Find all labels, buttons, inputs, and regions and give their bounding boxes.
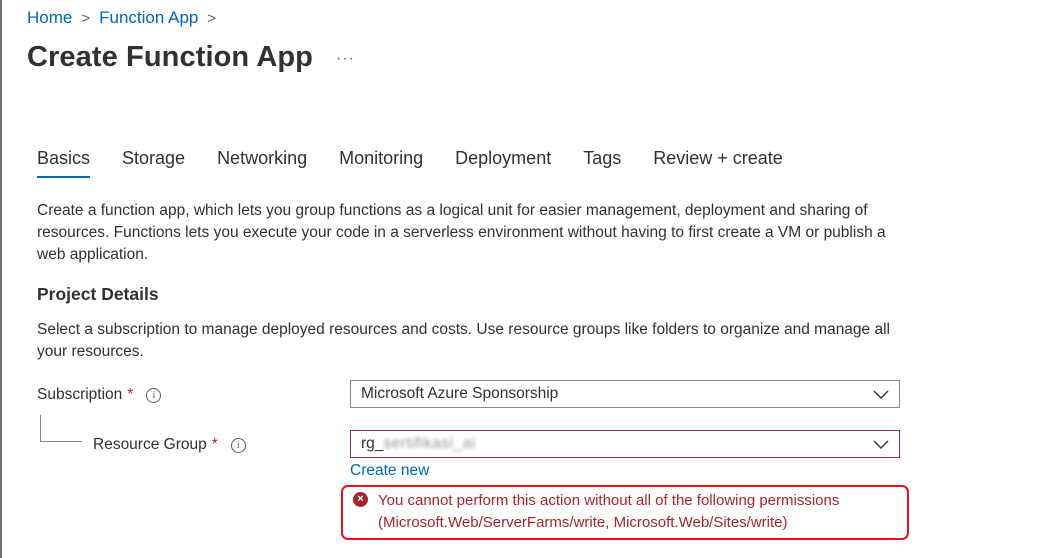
- info-icon[interactable]: i: [146, 387, 162, 403]
- tab-networking[interactable]: Networking: [217, 148, 307, 178]
- more-options-button[interactable]: ···: [336, 50, 355, 68]
- tab-review-create[interactable]: Review + create: [653, 148, 783, 178]
- required-asterisk: *: [127, 386, 134, 403]
- tab-deployment[interactable]: Deployment: [455, 148, 551, 178]
- breadcrumb: Home > Function App >: [27, 8, 225, 28]
- tab-tags[interactable]: Tags: [583, 148, 621, 178]
- resource-group-label: Resource Group * i: [93, 436, 246, 454]
- resource-group-value-redacted: sertifikasi_ai: [383, 435, 476, 452]
- page-title: Create Function App: [27, 41, 313, 73]
- hierarchy-connector-horizontal: [40, 441, 82, 442]
- breadcrumb-home-link[interactable]: Home: [27, 8, 72, 28]
- create-new-resource-group-link[interactable]: Create new: [350, 462, 429, 480]
- permission-error-message: You cannot perform this action without a…: [378, 492, 840, 531]
- resource-group-dropdown[interactable]: rg_ sertifikasi_ai: [350, 430, 900, 458]
- subscription-label: Subscription * i: [37, 386, 162, 404]
- resource-group-value-prefix: rg_: [361, 435, 384, 452]
- tab-monitoring[interactable]: Monitoring: [339, 148, 423, 178]
- chevron-down-icon: [873, 390, 889, 399]
- breadcrumb-separator: >: [207, 9, 217, 27]
- tab-basics[interactable]: Basics: [37, 148, 91, 178]
- window-left-border: [0, 0, 2, 558]
- info-icon[interactable]: i: [230, 437, 246, 453]
- hierarchy-connector-vertical: [40, 415, 41, 441]
- subscription-label-text: Subscription: [37, 386, 123, 403]
- project-details-heading: Project Details: [37, 284, 159, 304]
- subscription-selected-value: Microsoft Azure Sponsorship: [361, 385, 559, 402]
- permission-error-box: × You cannot perform this action without…: [341, 485, 909, 540]
- create-function-app-page: Home > Function App > Create Function Ap…: [0, 0, 1055, 558]
- project-details-description: Select a subscription to manage deployed…: [37, 321, 890, 360]
- subscription-dropdown[interactable]: Microsoft Azure Sponsorship: [350, 380, 900, 408]
- intro-description: Create a function app, which lets you gr…: [37, 202, 886, 263]
- breadcrumb-separator: >: [81, 9, 91, 27]
- tab-storage[interactable]: Storage: [122, 148, 185, 178]
- required-asterisk: *: [211, 436, 218, 453]
- chevron-down-icon: [873, 440, 889, 449]
- resource-group-label-text: Resource Group: [93, 436, 207, 453]
- error-icon: ×: [353, 492, 368, 507]
- tab-bar: Basics Storage Networking Monitoring Dep…: [37, 148, 815, 178]
- breadcrumb-function-app-link[interactable]: Function App: [99, 8, 198, 28]
